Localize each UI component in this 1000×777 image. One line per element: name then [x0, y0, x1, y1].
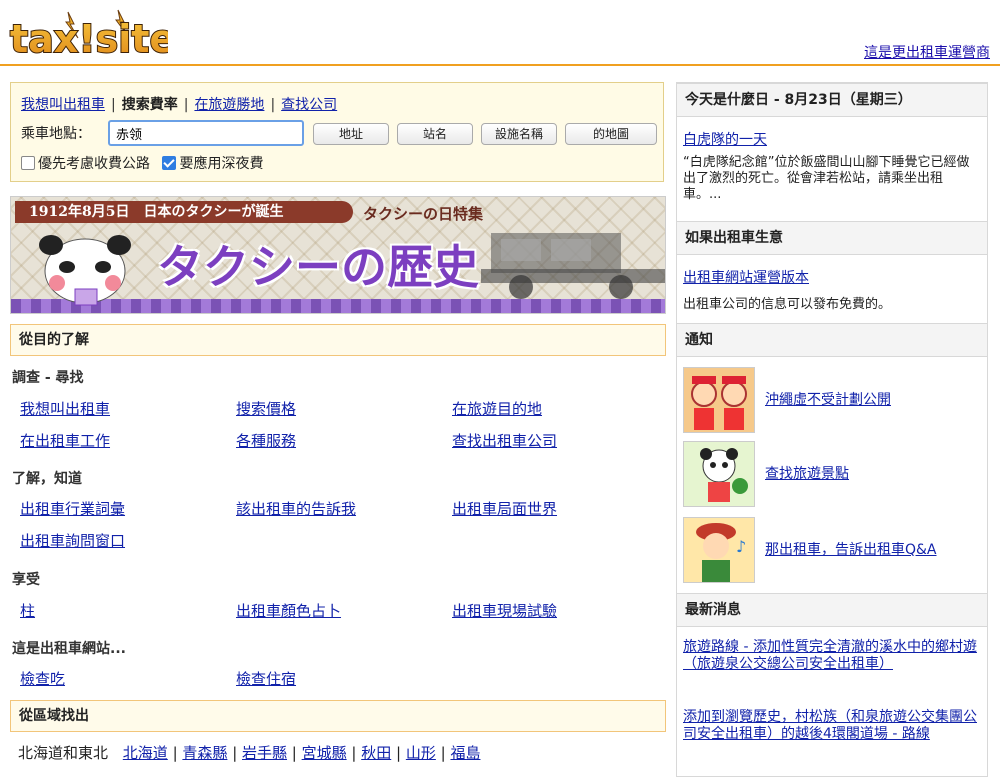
today-heading: 今天是什麼日 - 8月23日（星期三）	[677, 83, 987, 117]
link-tell-me-taxi[interactable]: 該出租車的告訴我	[236, 498, 356, 519]
address-button[interactable]: 地址	[313, 123, 389, 145]
taxi-history-banner[interactable]: 1912年8月5日 日本のタクシーが誕生 タクシーの日特集 タクシーの歴史	[10, 196, 666, 314]
banner-title: タクシーの歴史	[157, 240, 479, 294]
ride-location-label: 乘車地點：	[21, 126, 91, 142]
region-link-aomori[interactable]: 青森縣	[182, 744, 227, 762]
operator-link[interactable]: 這是更出租車運營商	[864, 42, 990, 62]
map-button[interactable]: 的地圖	[565, 123, 657, 145]
link-taxi-glossary[interactable]: 出租車行業詞彙	[20, 498, 125, 519]
fare-search-box: 我想叫出租車|搜索費率|在旅遊勝地|查找公司 乘車地點： 地址 站名 設施名稱 …	[10, 82, 664, 182]
link-field-test[interactable]: 出租車現場試驗	[452, 600, 557, 621]
group-title-search: 調查 - 尋找	[12, 370, 84, 386]
business-text: 出租車公司的信息可以發布免費的。	[683, 297, 892, 312]
panda-mascot-icon[interactable]	[683, 441, 755, 507]
notice-link-taxi-qa[interactable]: 那出租車，告訴出租車Q&A	[765, 539, 937, 559]
notice-heading: 通知	[677, 323, 987, 357]
facility-name-button[interactable]: 設施名稱	[481, 123, 557, 145]
search-options: 優先考慮收費公路 要應用深夜費	[21, 153, 263, 173]
site-logo[interactable]: tax!site	[8, 8, 176, 62]
tab-search-fare[interactable]: 搜索費率	[122, 97, 178, 113]
link-services[interactable]: 各種服務	[236, 430, 296, 451]
group-title-learn: 了解，知道	[12, 471, 82, 487]
sidebar: 今天是什麼日 - 8月23日（星期三） 白虎隊的一天 “白虎隊紀念館”位於飯盛間…	[676, 82, 988, 777]
tab-tourist-spot[interactable]: 在旅遊勝地	[194, 97, 264, 113]
region-link-yamagata[interactable]: 山形	[406, 744, 436, 762]
link-check-lodging[interactable]: 檢查住宿	[236, 668, 296, 689]
late-night-checkbox[interactable]	[162, 156, 177, 170]
today-text: “白虎隊紀念館”位於飯盛間山山腳下睡覺它已經做出了激烈的死亡。從會津若松站，請乘…	[683, 155, 970, 202]
banner-special-label: タクシーの日特集	[363, 205, 484, 223]
late-night-label: 要應用深夜費	[179, 156, 264, 172]
region-link-hokkaido[interactable]: 北海道	[123, 744, 168, 762]
region-heading: 從區域找出	[10, 700, 666, 732]
notice-link-okinawa[interactable]: 沖繩虛不受計劃公開	[765, 389, 891, 409]
region-link-iwate[interactable]: 岩手縣	[242, 744, 287, 762]
banner-date-ribbon: 1912年8月5日 日本のタクシーが誕生	[15, 201, 353, 223]
link-find-taxi-company[interactable]: 查找出租車公司	[452, 430, 557, 451]
girl-mascot-icon[interactable]: ♪	[683, 517, 755, 583]
toll-road-checkbox[interactable]	[21, 156, 35, 170]
region-area-label: 北海道和東北	[18, 744, 109, 762]
svg-text:♪: ♪	[736, 537, 746, 556]
link-travel-destination[interactable]: 在旅遊目的地	[452, 398, 542, 419]
okinawa-characters-icon[interactable]	[683, 367, 755, 433]
link-work-taxi[interactable]: 在出租車工作	[20, 430, 110, 451]
toll-road-label: 優先考慮收費公路	[38, 156, 150, 172]
search-tabs: 我想叫出租車 | 搜索費率 | 在旅遊勝地 | 查找公司	[21, 97, 338, 113]
region-row: 北海道和東北 北海道 | 青森縣 | 岩手縣 | 宮城縣 | 秋田 | 山形 |…	[18, 744, 481, 762]
business-heading: 如果出租車生意	[677, 221, 987, 255]
link-call-taxi[interactable]: 我想叫出租車	[20, 398, 110, 419]
news-item[interactable]: 添加到瀏覽歷史，村松族（和泉旅遊公交集團公司安全出租車）的越後4環閣道場 - 路…	[683, 709, 979, 743]
svg-text:tax!site: tax!site	[10, 17, 168, 60]
today-link[interactable]: 白虎隊的一天	[683, 129, 767, 149]
group-title-site: 這是出租車網站...	[12, 641, 126, 657]
region-link-fukushima[interactable]: 福島	[450, 744, 480, 762]
station-button[interactable]: 站名	[397, 123, 473, 145]
region-link-akita[interactable]: 秋田	[361, 744, 391, 762]
panda-mascot-icon	[39, 235, 131, 306]
group-title-enjoy: 享受	[12, 572, 40, 588]
region-link-miyagi[interactable]: 宮城縣	[302, 744, 347, 762]
link-search-price[interactable]: 搜索價格	[236, 398, 296, 419]
link-column[interactable]: 柱	[20, 600, 35, 621]
notice-link-tourist-spots[interactable]: 查找旅遊景點	[765, 463, 849, 483]
vintage-car-icon	[481, 233, 665, 299]
header-divider	[0, 64, 1000, 66]
news-item[interactable]: 旅遊路線 - 添加性質完全清澈的溪水中的鄉村遊（旅遊泉公交總公司安全出租車）	[683, 639, 979, 673]
news-heading: 最新消息	[677, 593, 987, 627]
purpose-heading: 從目的了解	[10, 324, 666, 356]
link-check-food[interactable]: 檢查吃	[20, 668, 65, 689]
link-color-fortune[interactable]: 出租車顏色占卜	[236, 600, 341, 621]
business-link[interactable]: 出租車網站運營版本	[683, 267, 809, 287]
site-header: tax!site 這是更出租車運營商	[0, 0, 1000, 66]
link-taxi-inquiry[interactable]: 出租車詢問窗口	[20, 530, 125, 551]
link-taxi-world[interactable]: 出租車局面世界	[452, 498, 557, 519]
taxisite-logo-graphic: tax!site	[9, 9, 176, 62]
tab-call-taxi[interactable]: 我想叫出租車	[21, 97, 105, 113]
tab-find-company[interactable]: 查找公司	[281, 97, 337, 113]
ride-location-input[interactable]	[108, 120, 304, 146]
